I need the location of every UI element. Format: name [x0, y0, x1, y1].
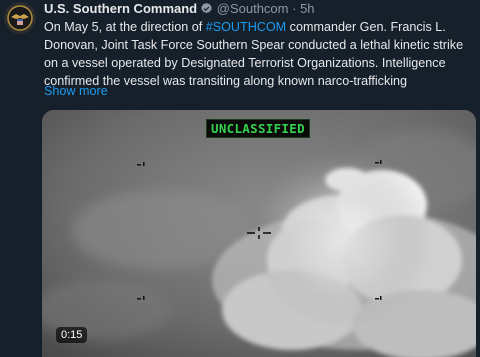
southcom-seal-icon: [4, 2, 36, 34]
author-name[interactable]: U.S. Southern Command: [44, 1, 197, 16]
verified-badge-icon: [200, 2, 213, 18]
tweet[interactable]: U.S. Southern Command @Southcom · 5h On …: [0, 0, 480, 357]
hashtag-link[interactable]: #SOUTHCOM: [206, 20, 286, 34]
separator-dot: ·: [292, 1, 297, 16]
show-more-link[interactable]: Show more: [44, 84, 108, 98]
video-frame: [42, 110, 476, 357]
tweet-header: U.S. Southern Command @Southcom · 5h: [44, 1, 315, 18]
video-duration: 0:15: [56, 327, 88, 343]
tweet-text-part-1: On May 5, at the direction of: [44, 20, 206, 34]
timestamp[interactable]: 5h: [300, 1, 314, 16]
classification-label: UNCLASSIFIED: [206, 119, 310, 138]
video-player[interactable]: UNCLASSIFIED 0:15: [42, 110, 476, 357]
tweet-text: On May 5, at the direction of #SOUTHCOM …: [44, 18, 474, 90]
avatar[interactable]: [4, 2, 36, 34]
author-handle[interactable]: @Southcom: [217, 1, 289, 16]
